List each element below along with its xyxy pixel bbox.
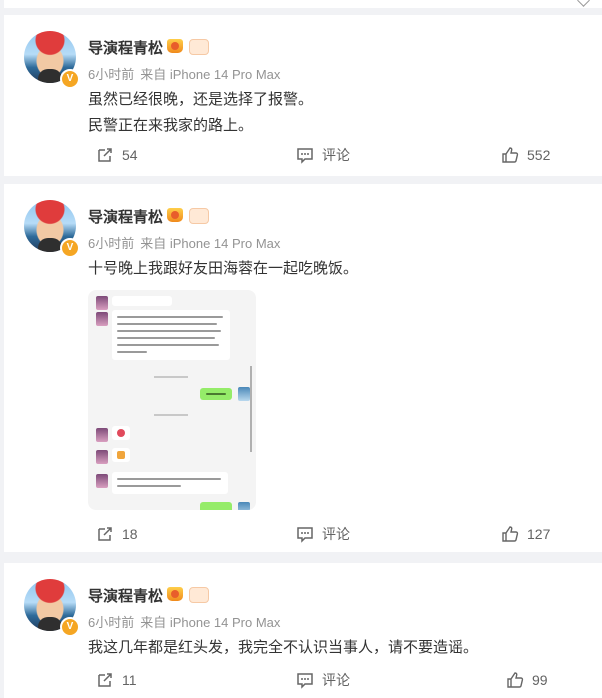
- comment-button[interactable]: 评论: [296, 522, 350, 546]
- chat-bubble: [112, 310, 230, 360]
- post-source: 来自 iPhone 14 Pro Max: [140, 67, 281, 82]
- like-count: 99: [532, 672, 548, 688]
- repost-count: 18: [122, 526, 138, 542]
- like-button[interactable]: 552: [501, 143, 550, 167]
- chat-bubble-self: [200, 502, 232, 510]
- comment-icon: [296, 146, 314, 164]
- post-source: 来自 iPhone 14 Pro Max: [140, 236, 281, 251]
- comment-label: 评论: [322, 147, 350, 163]
- like-button[interactable]: 127: [501, 522, 550, 546]
- comment-button[interactable]: 评论: [296, 143, 350, 167]
- post-time[interactable]: 6小时前: [88, 615, 134, 630]
- repost-icon: [96, 525, 114, 543]
- username[interactable]: 导演程青松: [88, 206, 163, 227]
- crown-badge-icon[interactable]: [167, 208, 183, 222]
- chat-avatar: [96, 474, 108, 488]
- post-card-1: V 导演程青松 6小时前 来自 iPhone 14 Pro Max 虽然已经很晚，…: [4, 15, 602, 176]
- post-actions: 11 评论 99: [4, 668, 602, 692]
- chat-bubble: [112, 472, 228, 494]
- thumbs-up-icon: [501, 525, 519, 543]
- comment-button[interactable]: 评论: [296, 668, 350, 692]
- post-meta: 6小时前 来自 iPhone 14 Pro Max: [88, 64, 286, 83]
- post-text-line: 虽然已经很晚，还是选择了报警。: [88, 91, 314, 108]
- verified-badge-icon: V: [60, 69, 80, 89]
- chat-bubble: [112, 426, 130, 440]
- chat-bubble-self: [200, 388, 232, 400]
- fan-badge-icon[interactable]: [189, 587, 209, 603]
- repost-icon: [96, 146, 114, 164]
- chat-scrollbar: [250, 366, 252, 452]
- repost-button[interactable]: 18: [96, 522, 138, 546]
- post-card-2: V 导演程青松 6小时前 来自 iPhone 14 Pro Max 十号晚上我跟好…: [4, 184, 602, 552]
- post-time[interactable]: 6小时前: [88, 236, 134, 251]
- repost-count: 11: [122, 672, 137, 688]
- chat-avatar: [96, 450, 108, 464]
- chat-avatar-self: [238, 387, 250, 401]
- post-text-line: 民警正在来我家的路上。: [88, 117, 254, 134]
- verified-badge-icon: V: [60, 238, 80, 258]
- repost-button[interactable]: 54: [96, 143, 138, 167]
- like-count: 127: [527, 526, 551, 542]
- chevron-down-icon[interactable]: [577, 0, 590, 7]
- repost-count: 54: [122, 147, 138, 163]
- post-text: 我这几年都是红头发，我完全不认识当事人，请不要造谣。: [88, 635, 478, 661]
- chat-avatar-self: [238, 502, 250, 510]
- post-meta: 6小时前 来自 iPhone 14 Pro Max: [88, 612, 286, 631]
- post-text-line: 我这几年都是红头发，我完全不认识当事人，请不要造谣。: [88, 639, 479, 656]
- post-source: 来自 iPhone 14 Pro Max: [140, 615, 281, 630]
- thumbs-up-icon: [506, 671, 524, 689]
- comment-icon: [296, 525, 314, 543]
- crown-badge-icon[interactable]: [167, 39, 183, 53]
- fan-badge-icon[interactable]: [189, 208, 209, 224]
- like-count: 552: [527, 147, 551, 163]
- thumbs-up-icon: [501, 146, 519, 164]
- previous-post-card: [4, 0, 602, 8]
- post-card-3: V 导演程青松 6小时前 来自 iPhone 14 Pro Max 我这几年都是红…: [4, 563, 602, 698]
- post-text: 十号晚上我跟好友田海蓉在一起吃晚饭。: [88, 256, 358, 282]
- username[interactable]: 导演程青松: [88, 585, 163, 606]
- chat-avatar: [96, 296, 108, 310]
- post-time[interactable]: 6小时前: [88, 67, 134, 82]
- comment-label: 评论: [322, 526, 350, 542]
- chat-bubble: [112, 448, 130, 462]
- chat-bubble: [112, 296, 172, 306]
- comment-label: 评论: [322, 672, 350, 688]
- username[interactable]: 导演程青松: [88, 37, 163, 58]
- post-meta: 6小时前 来自 iPhone 14 Pro Max: [88, 233, 286, 252]
- post-text: 虽然已经很晚，还是选择了报警。 民警正在来我家的路上。: [88, 87, 313, 139]
- chat-avatar: [96, 312, 108, 326]
- post-actions: 54 评论 552: [4, 143, 602, 167]
- like-button[interactable]: 99: [506, 668, 548, 692]
- chat-avatar: [96, 428, 108, 442]
- repost-icon: [96, 671, 114, 689]
- crown-badge-icon[interactable]: [167, 587, 183, 601]
- repost-button[interactable]: 11: [96, 668, 137, 692]
- post-actions: 18 评论 127: [4, 522, 602, 546]
- post-image-chat-screenshot[interactable]: [88, 290, 256, 510]
- comment-icon: [296, 671, 314, 689]
- fan-badge-icon[interactable]: [189, 39, 209, 55]
- post-text-line: 十号晚上我跟好友田海蓉在一起吃晚饭。: [88, 260, 359, 277]
- verified-badge-icon: V: [60, 617, 80, 637]
